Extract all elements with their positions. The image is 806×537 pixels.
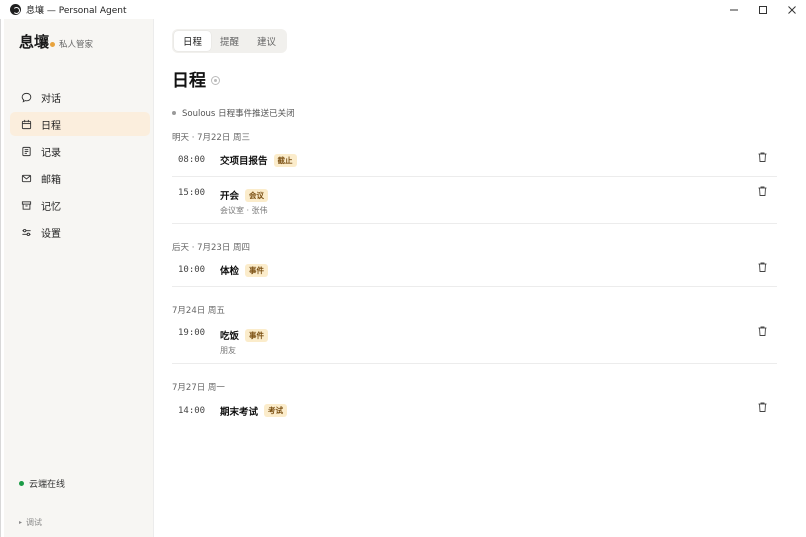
- sidebar-item-settings[interactable]: 设置: [10, 220, 150, 244]
- event-title: 交项目报告: [220, 156, 268, 167]
- maximize-icon: [758, 5, 767, 14]
- event-body: 开会 会议 会议室 · 张伟: [220, 188, 777, 223]
- settings-sliders-icon: [20, 226, 33, 239]
- sidebar-item-label: 设置: [41, 228, 61, 240]
- event-tag: 会议: [245, 188, 269, 202]
- cloud-status-label: 云端在线: [29, 480, 66, 490]
- event-row[interactable]: 14:00 期末考试 考试: [172, 394, 777, 427]
- event-subtitle: 朋友: [220, 346, 236, 355]
- event-line: 开会 会议: [220, 188, 777, 202]
- event-time: 15:00: [178, 188, 206, 198]
- notes-icon: [20, 145, 33, 158]
- window-controls: [719, 0, 806, 19]
- event-line: 吃饭 事件: [220, 328, 777, 342]
- event-body: 期末考试 考试: [220, 404, 777, 418]
- minimize-button[interactable]: [719, 0, 748, 19]
- event-time: 14:00: [178, 405, 206, 416]
- sidebar-item-memory[interactable]: 记忆: [10, 193, 150, 217]
- event-tag: 考试: [264, 404, 288, 417]
- minimize-icon: [729, 9, 738, 10]
- sidebar-item-label: 记忆: [41, 201, 61, 213]
- sidebar-item-label: 邮箱: [41, 174, 61, 186]
- event-row[interactable]: 19:00 吃饭 事件 朋友: [172, 317, 777, 364]
- sidebar-item-label: 日程: [41, 120, 61, 132]
- event-body: 体检 事件: [220, 263, 777, 277]
- sidebar-item-notes[interactable]: 记录: [10, 139, 150, 163]
- event-title: 吃饭: [220, 331, 240, 342]
- notice-text: Soulous 日程事件推送已关闭: [182, 109, 295, 119]
- delete-trash-icon[interactable]: [758, 262, 767, 272]
- delete-trash-icon[interactable]: [758, 152, 767, 162]
- window-title: 息壤 — Personal Agent: [26, 6, 127, 16]
- event-title: 开会: [220, 191, 240, 202]
- debug-toggle[interactable]: ▸ 调试: [19, 517, 42, 528]
- page-title-row: 日程: [172, 66, 220, 91]
- delete-trash-icon[interactable]: [758, 402, 767, 412]
- close-button[interactable]: [777, 0, 806, 19]
- event-tag: 事件: [245, 328, 269, 342]
- app-logo-icon: [10, 4, 21, 15]
- delete-trash-icon[interactable]: [758, 186, 767, 196]
- window-border: [0, 19, 1, 537]
- event-row[interactable]: 08:00 交项目报告 截止: [172, 144, 777, 177]
- close-icon: [787, 5, 796, 14]
- event-line: 期末考试 考试: [220, 404, 777, 418]
- event-subtitle: 会议室 · 张伟: [220, 206, 268, 215]
- sidebar: 息壤 私人管家 对话 日程 记录 邮箱 记忆 设置 云端在线 ▸ 调试: [4, 19, 154, 537]
- event-tag: 事件: [245, 263, 269, 277]
- main-content: 日程 提醒 建议 日程 Soulous 日程事件推送已关闭 明天 · 7月22日…: [155, 19, 806, 537]
- event-row[interactable]: 15:00 开会 会议 会议室 · 张伟: [172, 177, 777, 224]
- day-header: 明天 · 7月22日 周三: [172, 133, 251, 143]
- sidebar-item-schedule[interactable]: 日程: [10, 112, 150, 136]
- online-status-dot: [19, 481, 24, 486]
- calendar-icon: [20, 118, 33, 131]
- archive-icon: [20, 199, 33, 212]
- event-line: 交项目报告 截止: [220, 153, 777, 167]
- event-line: 体检 事件: [220, 263, 777, 277]
- schedule-list: 明天 · 7月22日 周三 08:00 交项目报告 截止 15:00 开会 会议…: [172, 129, 777, 427]
- debug-label: 调试: [26, 518, 43, 527]
- brand: 息壤 私人管家: [19, 31, 93, 52]
- event-tag: 截止: [273, 153, 297, 167]
- event-row[interactable]: 10:00 体检 事件: [172, 254, 777, 287]
- event-body: 吃饭 事件 朋友: [220, 328, 777, 363]
- mail-icon: [20, 172, 33, 185]
- notice-dot: [172, 111, 176, 115]
- page-title: 日程: [172, 71, 206, 91]
- brand-name: 息壤: [19, 33, 50, 51]
- tab-reminders[interactable]: 提醒: [211, 31, 248, 51]
- title-bar: 息壤 — Personal Agent: [0, 0, 806, 19]
- tab-bar: 日程 提醒 建议: [172, 29, 288, 53]
- delete-trash-icon[interactable]: [758, 326, 767, 336]
- info-icon[interactable]: [211, 75, 220, 85]
- tab-suggestions[interactable]: 建议: [248, 31, 285, 51]
- event-time: 10:00: [178, 265, 206, 275]
- day-header: 后天 · 7月23日 周四: [172, 243, 251, 253]
- sidebar-item-chat[interactable]: 对话: [10, 85, 150, 109]
- maximize-button[interactable]: [748, 0, 777, 19]
- event-body: 交项目报告 截止: [220, 153, 777, 167]
- event-time: 08:00: [178, 155, 206, 165]
- brand-status-dot: [50, 42, 56, 47]
- caret-right-icon: ▸: [19, 519, 23, 526]
- sidebar-item-label: 对话: [41, 93, 61, 105]
- sidebar-item-label: 记录: [41, 147, 61, 159]
- tab-schedule[interactable]: 日程: [174, 31, 212, 51]
- event-time: 19:00: [178, 328, 206, 338]
- brand-subtitle: 私人管家: [59, 40, 94, 50]
- event-title: 体检: [220, 266, 240, 277]
- cloud-status: 云端在线: [19, 477, 65, 490]
- sidebar-item-mail[interactable]: 邮箱: [10, 166, 150, 190]
- day-header: 7月27日 周一: [172, 383, 225, 393]
- day-header: 7月24日 周五: [172, 306, 225, 316]
- sidebar-nav: 对话 日程 记录 邮箱 记忆 设置: [10, 85, 150, 247]
- chat-icon: [20, 91, 33, 104]
- event-title: 期末考试: [220, 406, 259, 418]
- push-notice: Soulous 日程事件推送已关闭: [172, 107, 295, 119]
